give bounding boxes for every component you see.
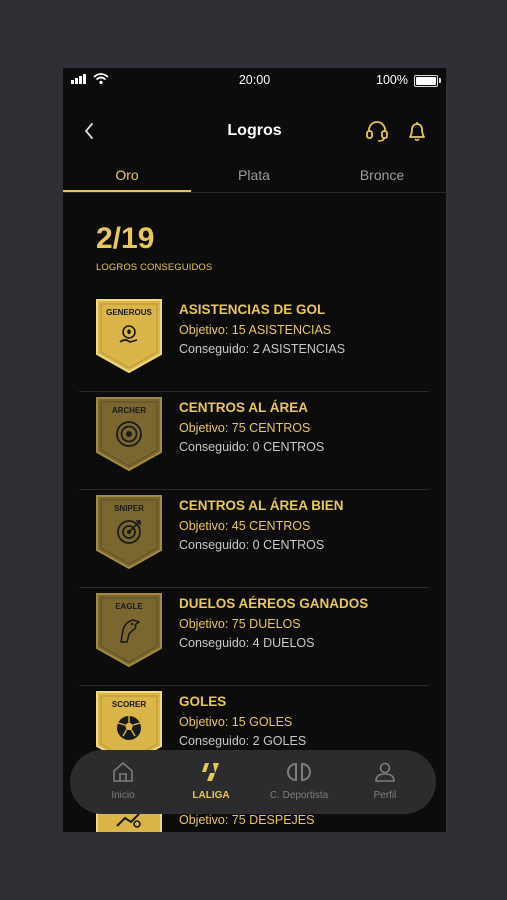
tab-bar: Oro Plata Bronce [63, 164, 446, 193]
achievement-badge: EAGLE [95, 592, 163, 668]
home-icon [113, 762, 133, 782]
achievement-item[interactable]: SNIPER CENTROS AL ÁREA BIEN Objetivo: 45… [79, 490, 429, 588]
soccer-ball-icon [117, 716, 141, 740]
nav-label: Perfil [373, 790, 397, 801]
achievement-goal: Objetivo: 45 CENTROS [179, 519, 311, 533]
nav-laliga[interactable]: LALIGA [168, 760, 254, 801]
bottom-navigation: Inicio LALIGA C. Deportista Perfil [70, 750, 436, 814]
achievement-goal: Objetivo: 15 ASISTENCIAS [179, 323, 332, 337]
achievement-badge: GENEROUS [95, 298, 163, 374]
achievement-name: DUELOS AÉREOS GANADOS [179, 596, 369, 611]
nav-label: Inicio [111, 790, 135, 801]
badge-label: SNIPER [114, 504, 144, 513]
bell-icon[interactable] [404, 118, 430, 144]
achievement-progress: Conseguido: 2 GOLES [179, 734, 307, 748]
achievements-count: 2/19 [96, 222, 155, 255]
eagle-icon [120, 619, 140, 643]
nav-label: LALIGA [192, 790, 230, 801]
deportista-icon [287, 762, 311, 782]
active-tab-indicator [63, 190, 191, 192]
achievements-count-label: LOGROS CONSEGUIDOS [96, 262, 213, 273]
achievement-goal: Objetivo: 75 CENTROS [179, 421, 311, 435]
badge-label: ARCHER [111, 406, 147, 415]
achievement-name: CENTROS AL ÁREA [179, 400, 309, 415]
header: Logros [63, 116, 446, 148]
achievement-name: ASISTENCIAS DE GOL [179, 302, 326, 317]
achievement-badge: ARCHER [95, 396, 163, 472]
phone-screen: 20:00 100% Logros Oro Plata Bronce 2/19 … [63, 68, 446, 832]
tab-oro[interactable]: Oro [63, 167, 191, 192]
achievement-progress: Conseguido: 4 DUELOS [179, 636, 315, 650]
nav-label: C. Deportista [269, 790, 329, 801]
achievement-progress: Conseguido: 0 CENTROS [179, 440, 325, 454]
achievement-progress: Conseguido: 2 ASISTENCIAS [179, 342, 346, 356]
laliga-logo-icon [202, 763, 219, 781]
tab-plata[interactable]: Plata [190, 167, 318, 192]
achievement-item[interactable]: ARCHER CENTROS AL ÁREA Objetivo: 75 CENT… [79, 392, 429, 490]
badge-label: SCORER [111, 700, 147, 709]
achievement-goal: Objetivo: 15 GOLES [179, 715, 293, 729]
status-bar: 20:00 100% [63, 68, 446, 92]
battery-percent: 100% [376, 73, 408, 87]
achievement-badge: SNIPER [95, 494, 163, 570]
ball-hand-icon [119, 325, 138, 343]
nav-inicio[interactable]: Inicio [80, 760, 166, 801]
achievement-progress: Conseguido: 0 CENTROS [179, 538, 325, 552]
battery-tip [439, 78, 441, 83]
achievement-item[interactable]: GENEROUS ASISTENCIAS DE GOL Objetivo: 15… [79, 294, 429, 392]
tab-bronce[interactable]: Bronce [318, 167, 446, 192]
headset-support-icon[interactable] [364, 118, 390, 144]
achievement-name: GOLES [179, 694, 227, 709]
achievement-goal: Objetivo: 75 DESPEJES [179, 813, 315, 827]
target-icon [116, 421, 142, 447]
nav-c-deportista[interactable]: C. Deportista [256, 760, 342, 801]
user-icon [375, 762, 395, 782]
achievement-goal: Objetivo: 75 DUELOS [179, 617, 301, 631]
badge-label: GENEROUS [106, 308, 152, 317]
badge-label: EAGLE [115, 602, 143, 611]
achievement-name: CENTROS AL ÁREA BIEN [179, 498, 344, 513]
nav-perfil[interactable]: Perfil [342, 760, 428, 801]
battery-icon [414, 75, 438, 87]
crosshair-icon [117, 520, 141, 544]
achievement-item[interactable]: EAGLE DUELOS AÉREOS GANADOS Objetivo: 75… [79, 588, 429, 686]
